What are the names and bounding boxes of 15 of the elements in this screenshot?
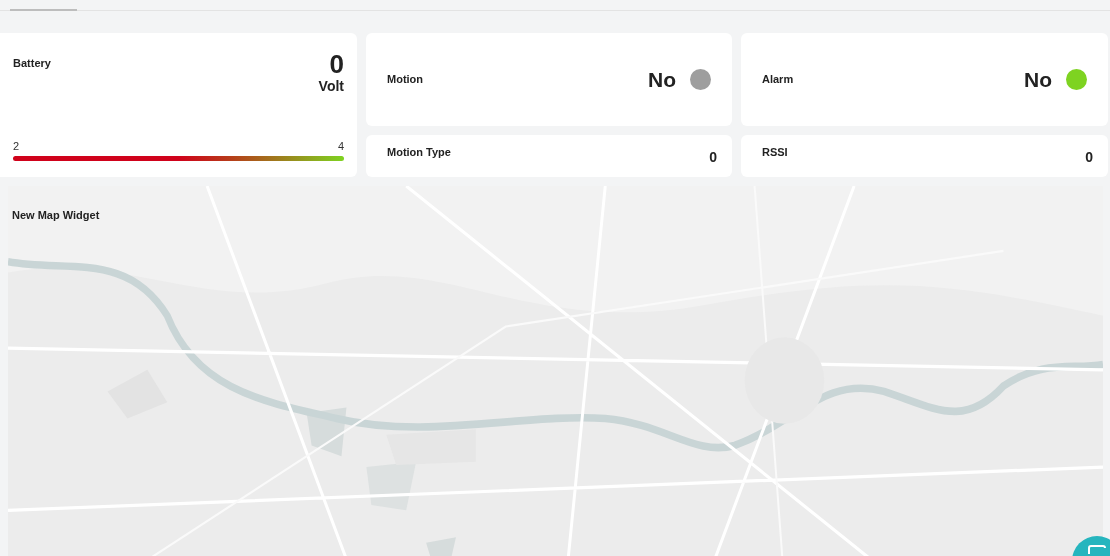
card-value: 0 [1085,148,1093,167]
map-title: New Map Widget [12,208,100,223]
card-value: 0 [709,148,717,167]
card-title: RSSI [762,145,788,160]
card-title: Battery [13,56,51,71]
unit-label: Volt [318,79,344,93]
scale-min: 2 [13,138,20,154]
scale-max: 4 [337,138,344,154]
status-value: No [648,66,676,93]
card-title: Motion Type [387,145,451,160]
card-title: Motion [387,72,425,88]
card-title: Alarm [762,72,795,88]
battery-value: 0 [329,51,344,77]
status-value: No [1024,66,1052,93]
chat-icon [1087,544,1107,556]
